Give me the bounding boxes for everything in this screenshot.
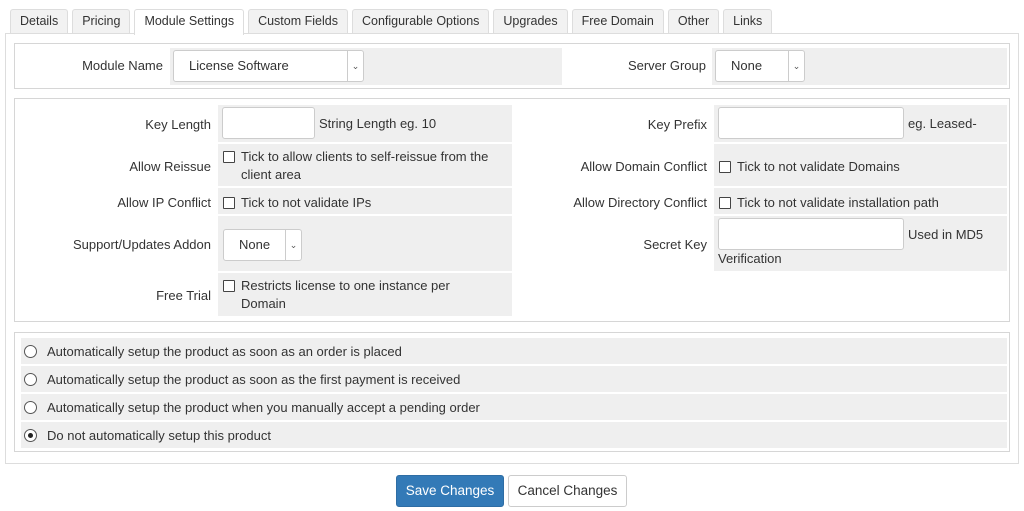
free-trial-checkbox[interactable] bbox=[223, 280, 235, 292]
tab-configurable-options[interactable]: Configurable Options bbox=[351, 9, 490, 34]
auto-setup-none-radio[interactable] bbox=[24, 429, 37, 442]
module-name-select[interactable]: License Software ⌄ bbox=[173, 50, 364, 82]
allow-reissue-text-1: Tick to allow clients to self-reissue fr… bbox=[241, 149, 489, 164]
allow-directory-conflict-checkbox[interactable] bbox=[719, 197, 731, 209]
allow-reissue-checkbox[interactable] bbox=[223, 151, 235, 163]
key-length-label: Key Length bbox=[145, 117, 211, 132]
key-length-input[interactable] bbox=[222, 107, 315, 139]
secret-key-input[interactable] bbox=[718, 218, 904, 250]
server-group-select[interactable]: None ⌄ bbox=[715, 50, 805, 82]
free-trial-label: Free Trial bbox=[156, 288, 211, 303]
tab-details[interactable]: Details bbox=[10, 9, 69, 34]
module-config-section: Key Length String Length eg. 10 Key Pref… bbox=[14, 98, 1010, 322]
allow-directory-conflict-label: Allow Directory Conflict bbox=[573, 195, 707, 210]
allow-domain-conflict-text: Tick to not validate Domains bbox=[737, 159, 900, 174]
key-length-hint: String Length eg. 10 bbox=[319, 116, 437, 131]
allow-domain-conflict-label: Allow Domain Conflict bbox=[580, 159, 707, 174]
allow-directory-conflict-text: Tick to not validate installation path bbox=[737, 195, 939, 210]
auto-setup-none-label: Do not automatically setup this product bbox=[47, 428, 272, 443]
tab-links[interactable]: Links bbox=[723, 9, 773, 34]
secret-key-hint-1: Used in MD5 bbox=[908, 227, 984, 242]
tab-content-panel: Module Name License Software ⌄ Server Gr… bbox=[5, 33, 1019, 464]
allow-reissue-label: Allow Reissue bbox=[129, 159, 211, 174]
key-prefix-label: Key Prefix bbox=[647, 117, 707, 132]
server-group-value: None bbox=[731, 58, 763, 73]
server-group-label: Server Group bbox=[627, 58, 706, 73]
allow-domain-conflict-checkbox[interactable] bbox=[719, 161, 731, 173]
auto-setup-order-label: Automatically setup the product as soon … bbox=[47, 344, 402, 359]
support-addon-select[interactable]: None ⌄ bbox=[223, 229, 302, 261]
support-addon-value: None bbox=[239, 237, 271, 252]
allow-ip-conflict-checkbox[interactable] bbox=[223, 197, 235, 209]
cancel-changes-button[interactable]: Cancel Changes bbox=[508, 475, 627, 507]
allow-ip-conflict-text: Tick to not validate IPs bbox=[241, 195, 372, 210]
tab-bar: Details Pricing Module Settings Custom F… bbox=[10, 9, 773, 35]
auto-setup-payment-radio[interactable] bbox=[24, 373, 37, 386]
support-addon-label: Support/Updates Addon bbox=[72, 237, 211, 252]
chevron-down-icon: ⌄ bbox=[347, 51, 363, 81]
key-prefix-input[interactable] bbox=[718, 107, 904, 139]
module-name-label: Module Name bbox=[82, 58, 163, 73]
tab-pricing[interactable]: Pricing bbox=[72, 9, 131, 34]
secret-key-hint-2: Verification bbox=[718, 251, 782, 266]
auto-setup-section: Automatically setup the product as soon … bbox=[14, 332, 1010, 452]
free-trial-text-1: Restricts license to one instance per bbox=[241, 278, 450, 293]
allow-ip-conflict-label: Allow IP Conflict bbox=[117, 195, 211, 210]
chevron-down-icon: ⌄ bbox=[788, 51, 804, 81]
auto-setup-accept-radio[interactable] bbox=[24, 401, 37, 414]
tab-other[interactable]: Other bbox=[667, 9, 720, 34]
free-trial-text-2: Domain bbox=[241, 296, 286, 311]
auto-setup-accept-label: Automatically setup the product when you… bbox=[47, 400, 480, 415]
tab-module-settings[interactable]: Module Settings bbox=[134, 9, 245, 35]
chevron-down-icon: ⌄ bbox=[285, 230, 301, 260]
tab-upgrades[interactable]: Upgrades bbox=[493, 9, 568, 34]
auto-setup-payment-label: Automatically setup the product as soon … bbox=[47, 372, 461, 387]
allow-reissue-text-2: client area bbox=[241, 167, 301, 182]
module-name-value: License Software bbox=[189, 58, 289, 73]
module-selection-section: Module Name License Software ⌄ Server Gr… bbox=[14, 43, 1010, 89]
secret-key-label: Secret Key bbox=[643, 237, 707, 252]
tab-custom-fields[interactable]: Custom Fields bbox=[248, 9, 348, 34]
auto-setup-order-radio[interactable] bbox=[24, 345, 37, 358]
key-prefix-hint: eg. Leased- bbox=[908, 116, 977, 131]
save-changes-button[interactable]: Save Changes bbox=[396, 475, 504, 507]
tab-free-domain[interactable]: Free Domain bbox=[571, 9, 664, 34]
